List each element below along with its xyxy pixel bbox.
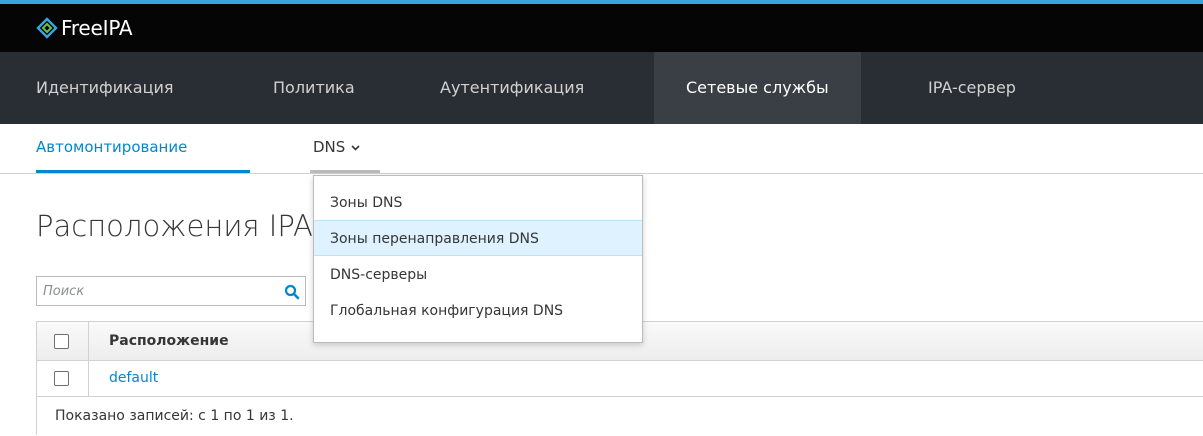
active-tab-indicator — [36, 170, 250, 173]
brand-name: FreeIPA — [61, 16, 133, 40]
tab-automount[interactable]: Автомонтирование — [36, 135, 187, 159]
tab-dns-label: DNS — [313, 138, 346, 156]
row-checkbox[interactable] — [54, 371, 69, 386]
brand-bar: FreeIPA — [0, 4, 1203, 52]
page-title: Расположения IPA — [36, 209, 313, 243]
nav-item-policy[interactable]: Политика — [273, 52, 355, 124]
search-input[interactable] — [37, 277, 275, 305]
column-header-location[interactable]: Расположение — [109, 332, 229, 350]
search-box — [36, 276, 306, 306]
menu-item-dns-zones[interactable]: Зоны DNS — [314, 184, 642, 220]
header-check-cell — [37, 322, 89, 360]
freeipa-logo-icon — [36, 17, 58, 39]
nav-item-identity[interactable]: Идентификация — [36, 52, 174, 124]
brand[interactable]: FreeIPA — [36, 16, 133, 40]
table-row: default — [37, 361, 1203, 397]
nav-item-authentication[interactable]: Аутентификация — [440, 52, 584, 124]
menu-item-dns-forward-zones[interactable]: Зоны перенаправления DNS — [314, 220, 642, 256]
main-navigation: Идентификация Политика Аутентификация Се… — [0, 52, 1203, 124]
table-footer: Показано записей: с 1 по 1 из 1. — [37, 397, 1203, 435]
tab-dns[interactable]: DNS — [313, 135, 360, 159]
nav-item-ipa-server[interactable]: IPA-сервер — [928, 52, 1016, 124]
nav-item-network-services[interactable]: Сетевые службы — [654, 52, 861, 124]
menu-item-dns-global-config[interactable]: Глобальная конфигурация DNS — [314, 292, 642, 328]
location-link[interactable]: default — [109, 369, 158, 387]
menu-item-dns-servers[interactable]: DNS-серверы — [314, 256, 642, 292]
dns-tab-indicator — [310, 170, 380, 173]
select-all-checkbox[interactable] — [54, 334, 69, 349]
search-icon[interactable] — [284, 284, 300, 300]
dns-dropdown-menu: Зоны DNS Зоны перенаправления DNS DNS-се… — [313, 175, 643, 343]
records-summary: Показано записей: с 1 по 1 из 1. — [55, 408, 294, 424]
chevron-down-icon — [351, 145, 360, 151]
sub-navigation: Автомонтирование DNS — [0, 124, 1203, 174]
row-check-cell — [37, 361, 89, 396]
